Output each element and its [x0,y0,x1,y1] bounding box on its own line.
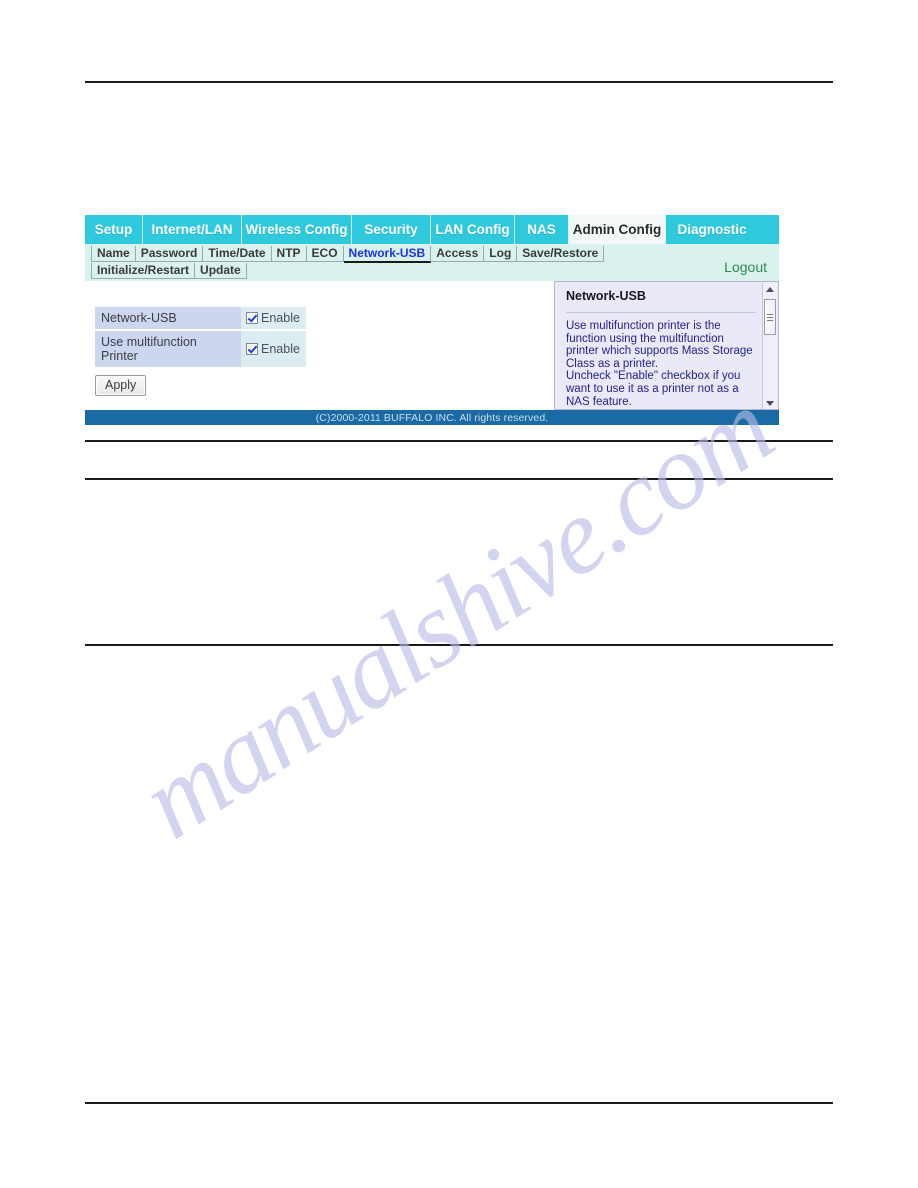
sub-tab-time-date[interactable]: Time/Date [203,246,272,262]
help-panel-title: Network-USB [566,289,646,303]
main-tab-internet-lan[interactable]: Internet/LAN [143,215,242,244]
sub-tab-network-usb[interactable]: Network-USB [343,245,432,263]
help-panel-scrollbar[interactable] [762,283,777,409]
router-content-area: Network-USB Enable Use multifunction Print… [85,281,779,410]
main-tab-bar: Setup Internet/LAN Wireless Config Security… [85,215,779,244]
main-tab-lan-config[interactable]: LAN Config [431,215,515,244]
main-tab-security[interactable]: Security [352,215,431,244]
page-rule-bottom [85,1102,833,1104]
sub-tab-access[interactable]: Access [431,246,485,262]
setting-label: Network-USB [95,307,241,329]
enable-checkbox[interactable] [246,312,258,324]
scroll-up-arrow-icon[interactable] [763,283,777,296]
help-panel-divider [566,312,756,313]
scroll-down-arrow-icon[interactable] [763,397,777,409]
settings-form: Network-USB Enable Use multifunction Print… [95,307,306,369]
setting-row: Use multifunction Printer Enable [95,331,306,367]
sub-tab-eco[interactable]: ECO [306,246,344,262]
enable-checkbox[interactable] [246,343,258,355]
setting-row: Network-USB Enable [95,307,306,329]
sub-tab-initialize-restart[interactable]: Initialize/Restart [91,263,196,279]
help-panel-content: Network-USB Use multifunction printer is… [555,282,778,408]
main-tab-diagnostic[interactable]: Diagnostic [666,215,758,244]
main-tab-admin-config[interactable]: Admin Config [569,215,666,244]
page-watermark: manualshive.com [0,0,918,1188]
apply-button[interactable]: Apply [95,375,147,396]
logout-link[interactable]: Logout [724,259,767,275]
main-tab-setup[interactable]: Setup [85,215,143,244]
copyright-footer: (C)2000-2011 BUFFALO INC. All rights res… [85,410,779,425]
sub-tab-name[interactable]: Name [91,246,136,262]
sub-tab-bar: Name Password Time/Date NTP ECO Network-USB Ac… [85,244,779,281]
setting-label: Use multifunction Printer [95,331,241,367]
page-rule-b [85,478,833,480]
sub-tab-log[interactable]: Log [484,246,518,262]
help-panel-body: Use multifunction printer is the functio… [566,320,753,408]
scrollbar-grip-icon [767,314,773,315]
main-tab-wireless-config[interactable]: Wireless Config [242,215,352,244]
sub-tab-save-restore[interactable]: Save/Restore [517,246,605,262]
setting-value: Enable [241,307,306,329]
page-rule-a [85,440,833,442]
page-rule-c [85,644,833,646]
sub-tab-update[interactable]: Update [195,263,247,279]
enable-checkbox-label: Enable [261,311,300,325]
router-admin-screenshot: Setup Internet/LAN Wireless Config Security… [85,215,779,425]
help-panel: Network-USB Use multifunction printer is… [554,281,779,410]
main-tab-nas[interactable]: NAS [515,215,569,244]
scrollbar-thumb[interactable] [764,299,776,335]
enable-checkbox-label: Enable [261,342,300,356]
sub-tab-ntp[interactable]: NTP [271,246,307,262]
page-rule-top [85,81,833,83]
sub-tab-row-1: Name Password Time/Date NTP ECO Network-USB Ac… [91,245,779,263]
sub-tab-row-2: Initialize/Restart Update [91,263,779,279]
sub-tab-password[interactable]: Password [135,246,204,262]
setting-value: Enable [241,331,306,367]
